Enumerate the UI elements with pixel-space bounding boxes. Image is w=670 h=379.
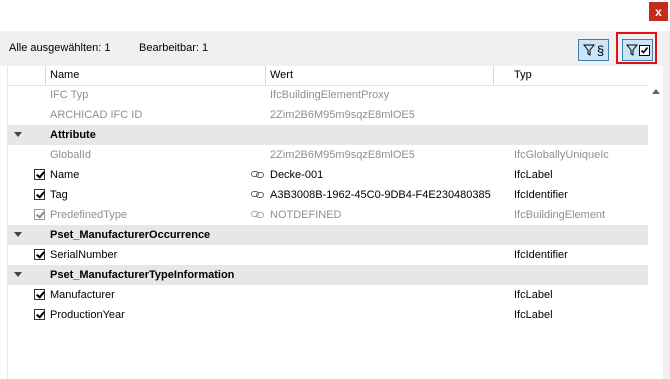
selected-count-label: Alle ausgewählten: 1 [9, 42, 111, 54]
scroll-up-arrow-icon[interactable] [652, 89, 660, 94]
link-icon [251, 171, 264, 178]
row-name: SerialNumber [50, 249, 118, 261]
collapse-arrow-icon[interactable] [14, 232, 22, 237]
row-value: A3B3008B-1962-45C0-9DB4-F4E230480385 [270, 189, 491, 201]
panel-edge [663, 66, 670, 379]
row-checkbox[interactable] [34, 249, 45, 260]
row-type: IfcBuildingElement [514, 209, 606, 221]
title-bar: x [0, 0, 670, 31]
row-value: NOTDEFINED [270, 209, 342, 221]
row-value: 2Zim2B6M95m9sqzE8mlOE5 [270, 109, 415, 121]
row-type: IfcLabel [514, 169, 553, 181]
row-value: IfcBuildingElementProxy [270, 89, 390, 101]
filter-icon [582, 44, 595, 56]
row-checkbox[interactable] [34, 189, 45, 200]
row-value: Decke-001 [270, 169, 324, 181]
row-name: Manufacturer [50, 289, 115, 301]
collapse-arrow-icon[interactable] [14, 272, 22, 277]
column-header-value[interactable]: Wert [270, 69, 293, 81]
row-type: IfcIdentifier [514, 189, 568, 201]
section-title: Attribute [50, 129, 96, 141]
row-name: ProductionYear [50, 309, 125, 321]
table-row[interactable]: SerialNumber IfcIdentifier [8, 245, 648, 265]
table-row[interactable]: Tag A3B3008B-1962-45C0-9DB4-F4E230480385… [8, 185, 648, 205]
editable-count-label: Bearbeitbar: 1 [139, 42, 209, 54]
row-type: IfcIdentifier [514, 249, 568, 261]
row-name: PredefinedType [50, 209, 128, 221]
close-icon: x [655, 4, 662, 19]
row-type: IfcLabel [514, 309, 553, 321]
row-name: GlobalId [50, 149, 91, 161]
row-name: IFC Typ [50, 89, 89, 101]
row-value: 2Zim2B6M95m9sqzE8mlOE5 [270, 149, 415, 161]
table-row[interactable]: IFC Typ IfcBuildingElementProxy [8, 85, 648, 105]
collapse-arrow-icon[interactable] [14, 132, 22, 137]
link-icon [251, 191, 264, 198]
column-separator [493, 66, 494, 85]
section-title: Pset_ManufacturerTypeInformation [50, 269, 235, 281]
table-row[interactable]: Name Decke-001 IfcLabel [8, 165, 648, 185]
vertical-scrollbar[interactable] [648, 85, 664, 379]
column-header-type[interactable]: Typ [514, 69, 532, 81]
section-header-manufacturer-type[interactable]: Pset_ManufacturerTypeInformation [8, 265, 648, 285]
selection-toolbar: Alle ausgewählten: 1 Bearbeitbar: 1 § [0, 31, 670, 66]
table-row[interactable]: PredefinedType NOTDEFINED IfcBuildingEle… [8, 205, 648, 225]
column-header-row: Name Wert Typ [8, 66, 648, 86]
row-checkbox [34, 209, 45, 220]
column-separator [45, 66, 46, 85]
section-sign-icon: § [596, 42, 605, 58]
section-header-attribute[interactable]: Attribute [8, 125, 648, 145]
row-type: IfcGloballyUniqueIc [514, 149, 609, 161]
close-button[interactable]: x [649, 2, 668, 21]
row-name: Tag [50, 189, 68, 201]
table-row[interactable]: ARCHICAD IFC ID 2Zim2B6M95m9sqzE8mlOE5 [8, 105, 648, 125]
table-row[interactable]: GlobalId 2Zim2B6M95m9sqzE8mlOE5 IfcGloba… [8, 145, 648, 165]
column-separator [265, 66, 266, 85]
row-type: IfcLabel [514, 289, 553, 301]
highlight-frame [616, 32, 657, 64]
row-checkbox[interactable] [34, 169, 45, 180]
link-icon [251, 211, 264, 218]
row-checkbox[interactable] [34, 289, 45, 300]
property-grid: Name Wert Typ IFC Typ IfcBuildingElement… [7, 66, 664, 379]
table-row[interactable]: Manufacturer IfcLabel [8, 285, 648, 305]
section-title: Pset_ManufacturerOccurrence [50, 229, 211, 241]
filter-properties-button[interactable]: § [578, 39, 609, 61]
section-header-manufacturer-occurrence[interactable]: Pset_ManufacturerOccurrence [8, 225, 648, 245]
column-header-name[interactable]: Name [50, 69, 79, 81]
row-checkbox[interactable] [34, 309, 45, 320]
row-name: Name [50, 169, 80, 181]
row-name: ARCHICAD IFC ID [50, 109, 143, 121]
table-row[interactable]: ProductionYear IfcLabel [8, 305, 648, 325]
